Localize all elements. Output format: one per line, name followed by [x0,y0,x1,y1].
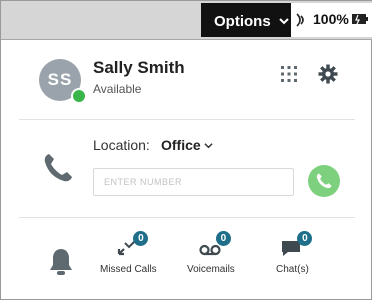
voicemails-label: Voicemails [187,264,235,275]
phone-number-input[interactable] [93,168,294,196]
voicemails-badge: 0 [215,231,231,246]
battery-percentage: 100% [313,11,349,27]
divider [19,217,355,218]
chats-label: Chat(s) [276,264,309,275]
location-label: Location: [93,137,150,153]
options-label: Options [214,12,271,30]
call-button[interactable] [308,165,340,197]
missed-calls-badge: 0 [133,231,149,246]
location-value: Office [161,137,201,153]
options-button[interactable]: Options [206,8,297,34]
chats-button[interactable]: 0 Chat(s) [276,231,313,275]
chevron-down-icon [278,18,289,25]
missed-calls-button[interactable]: 0 Missed Calls [100,231,157,275]
missed-calls-label: Missed Calls [100,264,157,275]
voicemails-button[interactable]: 0 Voicemails [187,231,235,275]
signal-icon [296,13,304,27]
chats-badge: 0 [297,231,313,246]
user-status[interactable]: Available [93,82,141,96]
phone-icon [316,173,332,189]
user-name: Sally Smith [93,58,185,77]
divider [19,119,355,120]
gear-icon[interactable] [318,64,338,84]
system-top-bar: Options 100% [1,1,372,40]
bell-icon[interactable] [48,247,74,277]
dialpad-icon[interactable] [280,65,298,83]
phone-icon [44,154,72,182]
app-window: Options 100% SS Sally Smith Available Lo… [0,0,372,300]
battery-icon [352,14,368,25]
avatar-initials: SS [47,70,73,89]
location-selector[interactable]: Office [161,137,213,153]
presence-indicator [71,88,87,104]
chevron-down-icon [204,142,213,148]
